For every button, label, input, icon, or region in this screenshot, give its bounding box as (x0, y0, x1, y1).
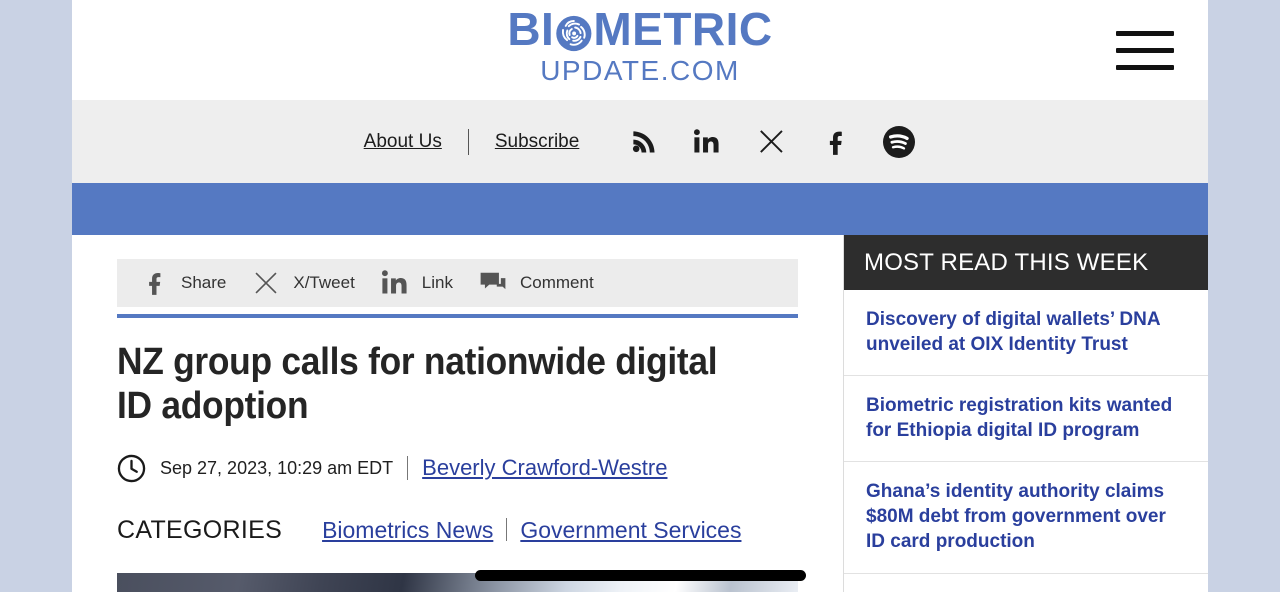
share-label-x: X/Tweet (293, 273, 355, 292)
linkedin-icon (380, 268, 410, 298)
article-headline: NZ group calls for nationwide digital ID… (117, 341, 718, 428)
most-read-sidebar: MOST READ THIS WEEK Discovery of digital… (843, 235, 1208, 592)
facebook-icon (139, 268, 169, 298)
fingerprint-icon (555, 13, 592, 51)
article-date: Sep 27, 2023, 10:29 am EDT (160, 457, 394, 478)
nav-link-about-us[interactable]: About Us (364, 131, 442, 153)
rss-icon[interactable] (626, 125, 660, 159)
spotify-icon[interactable] (882, 125, 916, 159)
meta-divider (407, 456, 409, 481)
site-logo[interactable]: BI METRIC UPDATE.COM (507, 6, 772, 85)
social-icon-row (626, 125, 916, 159)
hamburger-line (1116, 64, 1174, 70)
share-button-comment[interactable]: Comment (478, 268, 594, 298)
share-label-linkedin: Link (421, 273, 453, 292)
most-read-link-3[interactable]: Ghana’s identity authority claims $80M d… (866, 479, 1186, 554)
comment-icon (478, 268, 508, 298)
logo-text-right: METRIC (593, 3, 773, 55)
site-masthead: BI METRIC UPDATE.COM (72, 0, 1208, 100)
nav-link-subscribe[interactable]: Subscribe (495, 131, 580, 153)
linkedin-icon[interactable] (690, 125, 724, 159)
sidebar-title: MOST READ THIS WEEK (864, 248, 1149, 276)
article-meta-row: Sep 27, 2023, 10:29 am EDT Beverly Crawf… (117, 454, 843, 483)
hamburger-line (1116, 47, 1174, 53)
article-author-link[interactable]: Beverly Crawford-Westre (422, 455, 667, 481)
share-label-comment: Comment (519, 273, 594, 292)
list-item[interactable]: Discovery of digital wallets’ DNA unveil… (844, 290, 1208, 377)
share-button-facebook[interactable]: Share (139, 268, 226, 298)
clock-icon (117, 454, 146, 483)
home-indicator-bar (475, 570, 806, 581)
most-read-link-2[interactable]: Biometric registration kits wanted for E… (866, 393, 1186, 443)
sidebar-header: MOST READ THIS WEEK (844, 235, 1208, 290)
x-twitter-icon[interactable] (754, 125, 788, 159)
brand-color-band (72, 183, 1208, 235)
list-item[interactable]: Ghana’s identity authority claims $80M d… (844, 462, 1208, 574)
share-button-x[interactable]: X/Tweet (251, 268, 355, 298)
most-read-link-1[interactable]: Discovery of digital wallets’ DNA unveil… (866, 307, 1186, 357)
category-link-government-services[interactable]: Government Services (520, 517, 741, 544)
facebook-icon[interactable] (818, 125, 852, 159)
share-bar-rule (117, 314, 798, 318)
hamburger-line (1116, 30, 1174, 36)
nav-divider (467, 128, 469, 155)
hamburger-icon[interactable] (1116, 28, 1178, 72)
category-link-biometrics-news[interactable]: Biometrics News (322, 517, 493, 544)
article-categories-row: CATEGORIES Biometrics News Government Se… (117, 515, 843, 545)
share-button-linkedin[interactable]: Link (380, 268, 453, 298)
x-twitter-icon (251, 268, 281, 298)
logo-subtext: UPDATE.COM (540, 55, 740, 86)
categories-label: CATEGORIES (117, 515, 283, 544)
logo-text-left: BI (507, 3, 555, 55)
list-item[interactable]: Biometric registration kits wanted for E… (844, 376, 1208, 463)
social-share-bar: Share X/Tweet Link Comment (117, 259, 798, 307)
article-column: Share X/Tweet Link Comment NZ group call… (72, 235, 843, 592)
logo-wordmark: BI METRIC (507, 6, 772, 52)
utility-nav: About Us Subscribe (72, 100, 1208, 183)
category-divider (506, 517, 508, 541)
share-label-facebook: Share (181, 273, 227, 292)
page-container: BI METRIC UPDATE.COM About Us Subscribe … (72, 0, 1208, 592)
content-row: Share X/Tweet Link Comment NZ group call… (72, 235, 1208, 592)
